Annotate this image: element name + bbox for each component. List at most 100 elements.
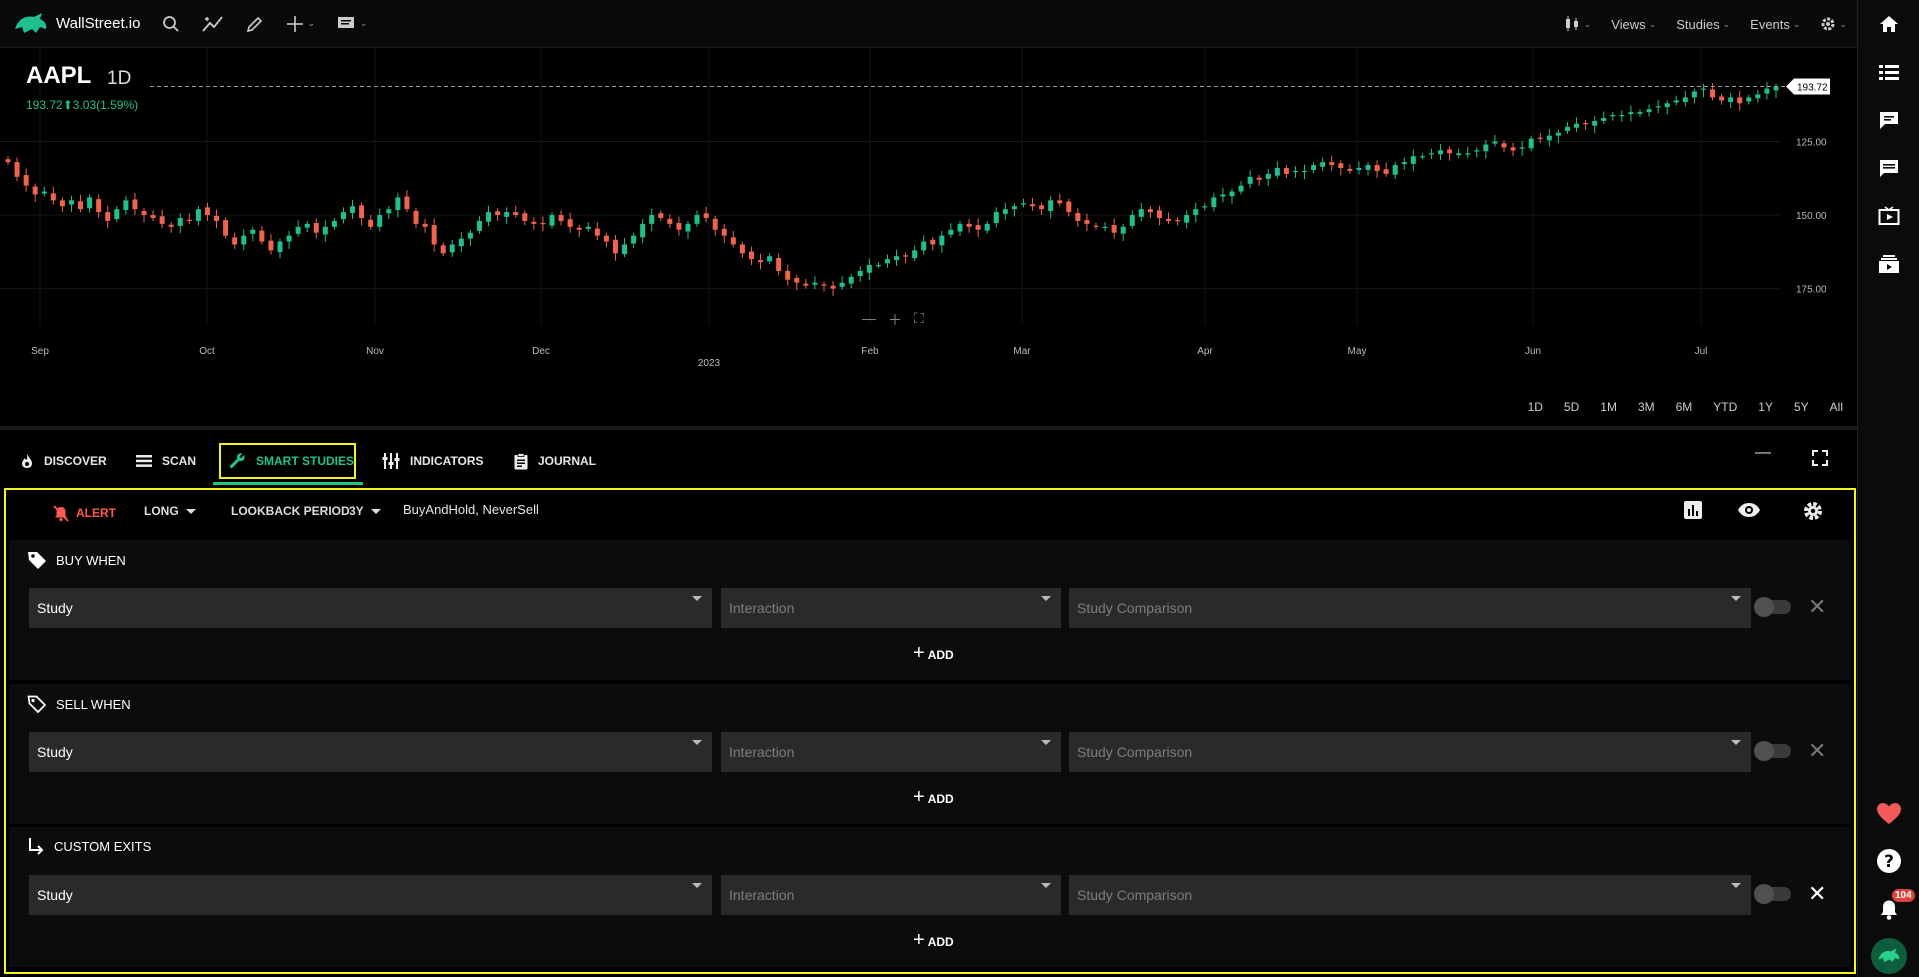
candle <box>694 210 700 227</box>
range-button-5y[interactable]: 5Y <box>1794 400 1809 414</box>
expand-button[interactable] <box>1812 450 1828 471</box>
watchlist-button[interactable] <box>1875 58 1903 86</box>
chat-button[interactable] <box>1875 106 1903 134</box>
remove-condition-button[interactable]: ✕ <box>1808 881 1826 907</box>
condition-toggle[interactable] <box>1754 884 1791 904</box>
condition-toggle[interactable] <box>1754 741 1791 761</box>
range-button-5d[interactable]: 5D <box>1564 400 1579 414</box>
candlestick-chart[interactable]: 175.00 150.00 125.00 Sep Oct Nov Dec Feb Mar Apr M… <box>0 48 1857 388</box>
messages-button[interactable] <box>1875 154 1903 182</box>
candle <box>1066 198 1072 217</box>
study-select-value: Study <box>37 887 73 903</box>
views-menu[interactable]: Views ⌄ <box>1611 17 1656 32</box>
candle <box>105 205 111 229</box>
chart-timeframe[interactable]: 1D <box>107 68 131 90</box>
study-select[interactable]: Study <box>29 588 712 628</box>
candle <box>957 220 963 236</box>
candle <box>993 207 999 228</box>
month-tick-label: Jun <box>1525 346 1541 357</box>
study-comparison-select[interactable]: Study Comparison <box>1069 732 1751 772</box>
smart-studies-panel: ALERT LONG LOOKBACK PERIOD 3Y BuyAndHold… <box>4 488 1856 974</box>
month-tick-label: May <box>1348 346 1367 357</box>
interaction-select[interactable]: Interaction <box>721 732 1061 772</box>
candle <box>594 222 600 241</box>
profile-avatar[interactable] <box>1871 938 1907 974</box>
direction-select[interactable]: LONG <box>144 504 196 518</box>
candle <box>168 221 174 233</box>
chart-symbol[interactable]: AAPL <box>26 62 91 90</box>
add-condition-button[interactable]: + ADD <box>913 929 954 952</box>
remove-condition-button[interactable]: ✕ <box>1808 594 1826 620</box>
panel-settings-button[interactable] <box>1802 500 1824 527</box>
candle <box>1673 95 1679 106</box>
interaction-select[interactable]: Interaction <box>721 588 1061 628</box>
search-button[interactable] <box>162 15 180 33</box>
interaction-select[interactable]: Interaction <box>721 875 1061 915</box>
range-button-6m[interactable]: 6M <box>1676 400 1693 414</box>
candle <box>803 278 809 289</box>
add-condition-button[interactable]: + ADD <box>913 786 954 809</box>
live-tv-button[interactable] <box>1875 202 1903 230</box>
remove-condition-button[interactable]: ✕ <box>1808 738 1826 764</box>
study-comparison-select[interactable]: Study Comparison <box>1069 588 1751 628</box>
condition-toggle[interactable] <box>1754 597 1791 617</box>
candle <box>1574 117 1580 133</box>
zoom-out-button[interactable]: — <box>862 310 876 330</box>
minimize-button[interactable]: — <box>1755 444 1771 462</box>
help-button[interactable]: ? <box>1875 847 1903 875</box>
crosshair-tool-button[interactable]: ⌄ <box>286 15 315 33</box>
zoom-in-button[interactable]: ＋ <box>888 310 902 330</box>
candle <box>1519 140 1525 156</box>
candle <box>1501 140 1507 152</box>
alert-label: ALERT <box>76 506 116 520</box>
candle <box>395 192 401 218</box>
logo[interactable]: WallStreet.io <box>12 0 140 48</box>
candle <box>1392 162 1398 180</box>
events-menu[interactable]: Events ⌄ <box>1750 17 1800 32</box>
candle <box>622 238 628 258</box>
range-button-3m[interactable]: 3M <box>1638 400 1655 414</box>
favorites-button[interactable] <box>1875 800 1903 828</box>
tab-scan[interactable]: SCAN <box>136 442 196 480</box>
tab-indicators[interactable]: INDICATORS <box>382 442 484 480</box>
caret-down-icon <box>185 508 196 514</box>
range-button-ytd[interactable]: YTD <box>1713 400 1737 414</box>
tab-journal[interactable]: JOURNAL <box>514 442 596 480</box>
tab-discover[interactable]: DISCOVER <box>20 442 107 480</box>
candle <box>748 246 754 266</box>
strategy-name[interactable]: BuyAndHold, NeverSell <box>403 502 539 517</box>
trend-tool-button[interactable] <box>202 15 224 33</box>
lookback-select[interactable]: 3Y <box>349 504 381 518</box>
chart-type-button[interactable]: ⌄ <box>1563 15 1591 33</box>
study-select[interactable]: Study <box>29 875 712 915</box>
range-button-1m[interactable]: 1M <box>1600 400 1617 414</box>
candle <box>1546 129 1552 147</box>
fit-chart-button[interactable]: ⛶ <box>914 310 924 330</box>
results-button[interactable] <box>1683 500 1703 525</box>
home-button[interactable] <box>1875 10 1903 38</box>
range-button-1d[interactable]: 1D <box>1528 400 1543 414</box>
subscriptions-button[interactable] <box>1875 250 1903 278</box>
range-button-all[interactable]: All <box>1830 400 1843 414</box>
range-button-1y[interactable]: 1Y <box>1758 400 1773 414</box>
study-comparison-select[interactable]: Study Comparison <box>1069 875 1751 915</box>
candle <box>413 208 419 229</box>
candle <box>1773 83 1779 98</box>
candle <box>1220 188 1226 203</box>
candle <box>1129 210 1135 229</box>
annotation-tool-button[interactable]: ⌄ <box>337 16 368 32</box>
studies-menu[interactable]: Studies ⌄ <box>1676 17 1730 32</box>
visibility-button[interactable] <box>1737 502 1761 523</box>
settings-menu[interactable]: ⌄ <box>1820 16 1847 32</box>
price-chart[interactable]: 175.00 150.00 125.00 Sep Oct Nov Dec Feb Mar Apr M… <box>0 48 1857 388</box>
alert-toggle[interactable]: ALERT <box>52 504 116 522</box>
study-select[interactable]: Study <box>29 732 712 772</box>
draw-tool-button[interactable] <box>246 15 264 33</box>
candle <box>1465 146 1471 158</box>
add-condition-button[interactable]: + ADD <box>913 642 954 665</box>
notifications-button[interactable]: 104 <box>1875 889 1915 923</box>
candle <box>1238 180 1244 195</box>
tab-smart-studies[interactable]: SMART STUDIES <box>228 442 354 480</box>
candle <box>50 186 56 205</box>
candle <box>739 241 745 258</box>
